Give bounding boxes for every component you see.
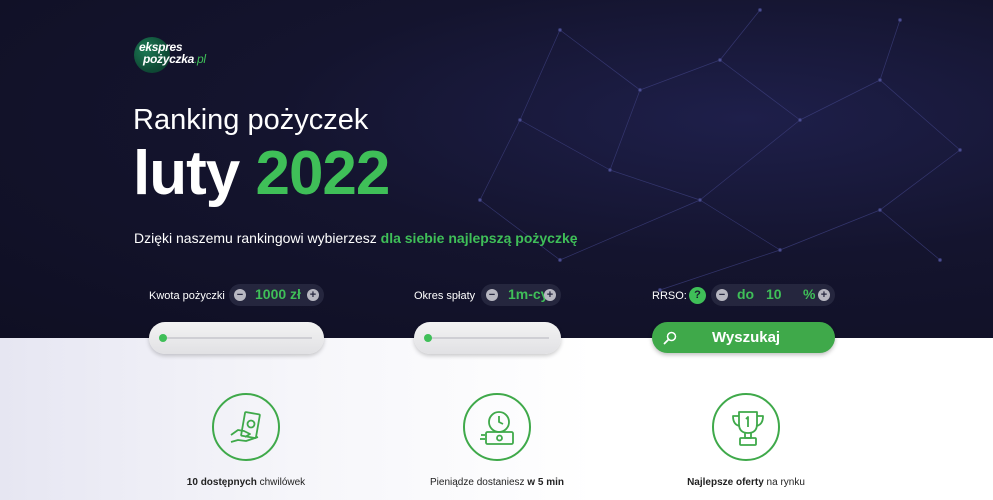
period-value[interactable]: 1m-cy: [508, 286, 548, 302]
search-button[interactable]: Wyszukaj: [652, 322, 835, 353]
amount-slider-track: [161, 337, 312, 339]
rrso-value[interactable]: 10: [766, 286, 782, 302]
rrso-help-icon[interactable]: ?: [689, 287, 706, 304]
feature-icon-ring: [212, 393, 280, 461]
feature-caption: Najlepsze oferty na rynku: [687, 477, 805, 488]
clock-money-icon: [480, 411, 514, 445]
page-title-line2: luty 2022: [133, 139, 390, 208]
feature-caption: 10 dostępnych chwilówek: [186, 477, 306, 488]
period-slider-handle[interactable]: [424, 334, 432, 342]
rrso-label: RRSO:: [652, 290, 687, 302]
amount-slider[interactable]: [149, 322, 324, 354]
amount-minus-button[interactable]: −: [234, 289, 246, 301]
rrso-plus-button[interactable]: +: [818, 289, 830, 301]
feature-caption: Pieniądze dostaniesz w 5 min: [430, 477, 564, 488]
amount-slider-handle[interactable]: [159, 334, 167, 342]
rrso-stepper: − do 10 % +: [711, 284, 835, 306]
amount-plus-button[interactable]: +: [307, 289, 319, 301]
rrso-prefix: do: [737, 286, 755, 302]
rrso-minus-button[interactable]: −: [716, 289, 728, 301]
page-title-line1: Ranking pożyczek: [133, 104, 369, 136]
period-minus-button[interactable]: −: [486, 289, 498, 301]
period-plus-button[interactable]: +: [544, 289, 556, 301]
period-stepper: − 1m-cy +: [481, 284, 561, 306]
trophy-icon: [732, 411, 764, 446]
amount-value[interactable]: 1000 zł: [255, 286, 301, 302]
money-hand-icon: [230, 411, 261, 443]
feature-icon-ring: [463, 393, 531, 461]
period-slider-track: [426, 337, 549, 339]
amount-label: Kwota pożyczki: [149, 290, 225, 302]
hero-subtitle: Dzięki naszemu rankingowi wybierzesz dla…: [134, 230, 578, 246]
amount-stepper: − 1000 zł +: [229, 284, 324, 306]
feature-icon-ring: [712, 393, 780, 461]
site-logo[interactable]: ekspres pożyczka.pl: [134, 35, 224, 75]
rrso-unit: %: [803, 286, 816, 302]
period-slider[interactable]: [414, 322, 561, 354]
hero-section: ekspres pożyczka.pl Ranking pożyczek lut…: [0, 0, 993, 338]
logo-text-line2: pożyczka.pl: [143, 52, 206, 66]
period-label: Okres spłaty: [414, 290, 476, 302]
search-button-label: Wyszukaj: [712, 329, 781, 346]
search-icon: [663, 331, 677, 345]
